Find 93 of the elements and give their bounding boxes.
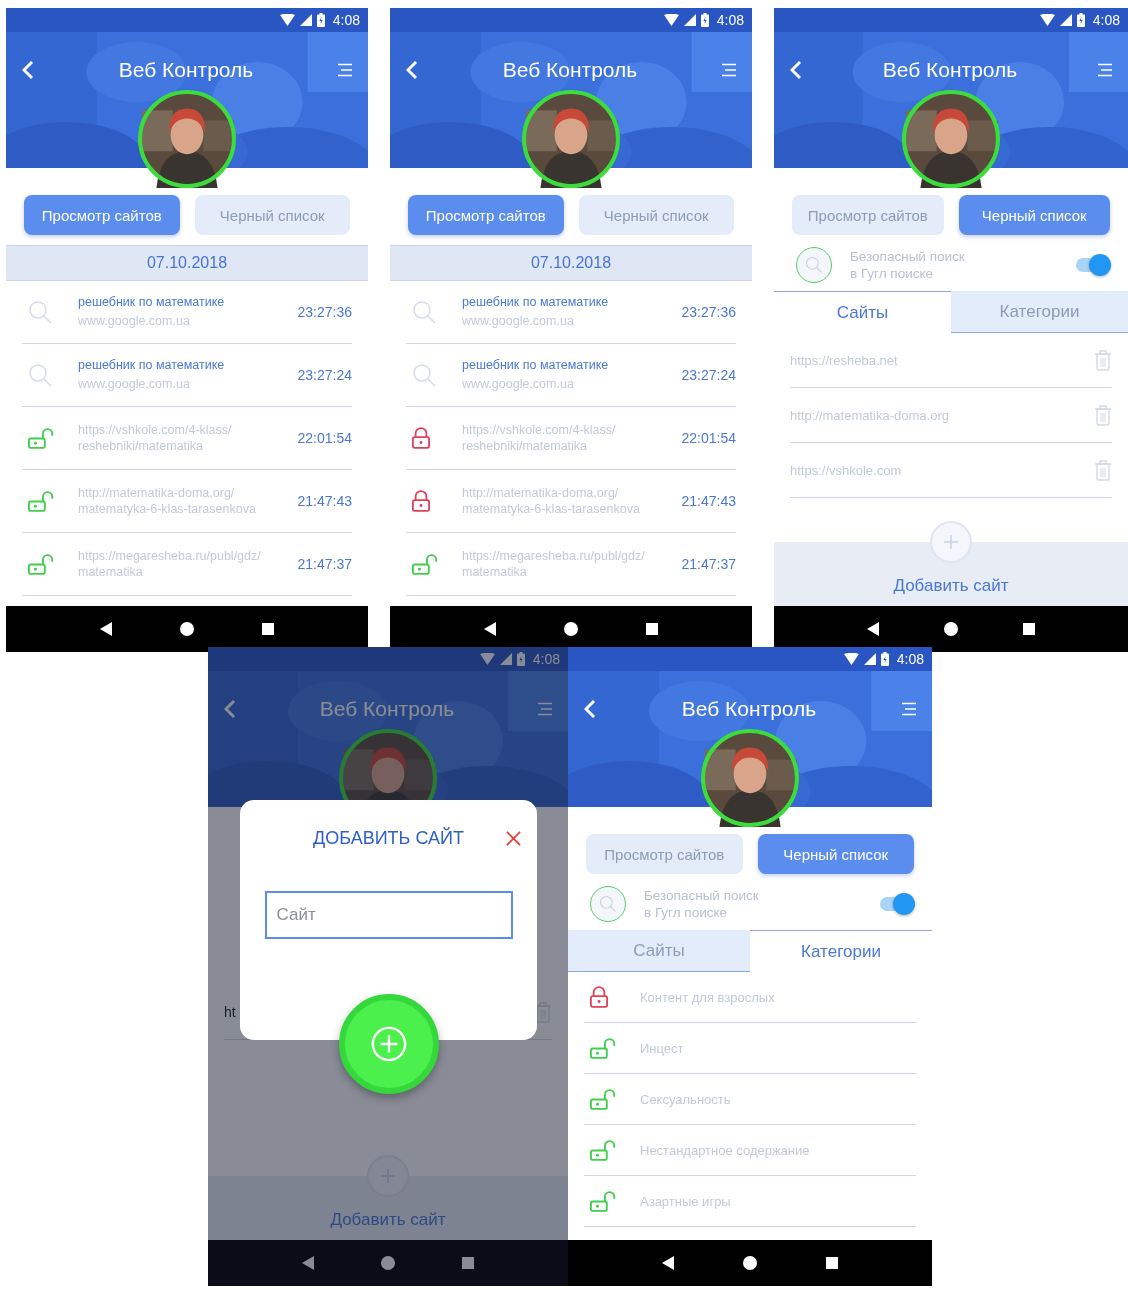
site-url: www.google.com.ua <box>462 313 575 329</box>
site-url: https://resheba.net <box>790 352 898 368</box>
wifi-icon <box>479 652 495 666</box>
date-header: 07.10.2018 <box>390 245 752 281</box>
close-icon[interactable] <box>506 831 521 846</box>
trash-icon[interactable] <box>534 1001 552 1023</box>
site-url: https://vshkole.com/4-klass/ reshebniki/matematika <box>462 422 617 454</box>
signal-icon <box>683 14 696 26</box>
site-url: ht <box>224 1004 236 1020</box>
battery-icon <box>316 13 325 27</box>
add-site-link[interactable]: Добавить сайт <box>893 576 1009 596</box>
visit-time: 22:01:54 <box>681 430 736 446</box>
status-time: 4:08 <box>532 651 560 667</box>
safe-search-label: Безопасный поиск в Гугл поиске <box>644 887 760 921</box>
search-icon <box>590 886 626 922</box>
home-icon[interactable] <box>944 622 958 636</box>
search-icon <box>28 300 52 324</box>
search-icon <box>796 247 832 283</box>
search-query: решебник по математике <box>462 358 610 372</box>
back-icon[interactable] <box>662 1256 675 1270</box>
wifi-icon <box>663 13 679 27</box>
recents-icon[interactable] <box>1023 623 1036 635</box>
category-label: Сексуальность <box>640 1091 731 1107</box>
site-url: https://vshkole.com <box>790 462 902 478</box>
site-url: http://matematika-doma.org/ matematyka-6-klas-tarasenkova <box>78 485 257 517</box>
search-query: решебник по математике <box>78 358 226 372</box>
site-url: www.google.com.ua <box>78 313 191 329</box>
site-url: www.google.com.ua <box>78 376 191 392</box>
status-time: 4:08 <box>332 12 360 28</box>
site-url: https://megaresheba.ru/publ/gdz/ matematika <box>462 548 646 580</box>
back-icon[interactable] <box>301 1256 314 1270</box>
category-label: Нестандартное содержание <box>640 1142 810 1158</box>
back-icon[interactable] <box>100 622 112 636</box>
home-icon[interactable] <box>180 622 194 636</box>
category-label: Азартные игры <box>640 1193 731 1209</box>
battery-icon <box>700 13 709 27</box>
tab-button[interactable]: Черный список <box>958 195 1110 235</box>
add-button[interactable] <box>338 994 439 1094</box>
wifi-icon <box>843 652 859 666</box>
battery-icon <box>880 652 889 666</box>
home-icon[interactable] <box>743 1256 757 1270</box>
category-label: Инцест <box>640 1040 684 1056</box>
visit-time: 22:01:54 <box>297 430 352 446</box>
add-site-link[interactable]: Добавить сайт <box>330 1210 446 1230</box>
back-icon[interactable] <box>484 622 496 636</box>
visit-time: 23:27:24 <box>297 367 352 383</box>
tab-button[interactable]: Черный список <box>194 195 350 235</box>
status-time: 4:08 <box>716 12 744 28</box>
battery-icon <box>1076 13 1085 27</box>
back-icon[interactable] <box>866 622 879 636</box>
category-label: Контент для взрослых <box>640 989 775 1005</box>
visit-time: 21:47:37 <box>297 556 352 572</box>
visit-time: 21:47:43 <box>297 493 352 509</box>
visit-time: 23:27:24 <box>681 367 736 383</box>
recents-icon[interactable] <box>825 1257 838 1269</box>
home-icon[interactable] <box>381 1256 395 1270</box>
search-query: решебник по математике <box>462 295 610 309</box>
tab[interactable]: Категории <box>951 291 1128 333</box>
visit-time: 23:27:36 <box>297 304 352 320</box>
site-input-field[interactable]: Сайт <box>264 891 513 939</box>
tab-button[interactable]: Черный список <box>578 195 734 235</box>
search-query: решебник по математике <box>78 295 226 309</box>
recents-icon[interactable] <box>462 1257 475 1269</box>
battery-icon <box>516 652 525 666</box>
lock-icon[interactable] <box>590 986 608 1008</box>
search-icon <box>412 300 436 324</box>
visit-time: 21:47:37 <box>681 556 736 572</box>
site-url: http://matematika-doma.org/ matematyka-6-klas-tarasenkova <box>462 485 641 517</box>
date-header: 07.10.2018 <box>6 245 368 281</box>
site-url: https://vshkole.com/4-klass/ reshebniki/matematika <box>78 422 233 454</box>
tab-button[interactable]: Просмотр сайтов <box>408 195 564 235</box>
site-url: www.google.com.ua <box>462 376 575 392</box>
safe-search-label: Безопасный поиск в Гугл поиске <box>850 248 966 282</box>
tab-button[interactable]: Черный список <box>757 834 914 874</box>
visit-time: 21:47:43 <box>681 493 736 509</box>
tab-button[interactable]: Просмотр сайтов <box>24 195 180 235</box>
status-time: 4:08 <box>896 651 924 667</box>
wifi-icon <box>1039 13 1055 27</box>
site-url: https://megaresheba.ru/publ/gdz/ matematika <box>78 548 262 580</box>
search-icon <box>412 363 436 387</box>
home-icon[interactable] <box>564 622 578 636</box>
tab[interactable]: Сайты <box>568 930 750 972</box>
visit-time: 23:27:36 <box>681 304 736 320</box>
tab-button[interactable]: Просмотр сайтов <box>792 195 944 235</box>
status-time: 4:08 <box>1092 12 1120 28</box>
signal-icon <box>1059 14 1072 26</box>
dialog-title: ДОБАВИТЬ САЙТ <box>313 828 464 849</box>
search-icon <box>28 363 52 387</box>
signal-icon <box>299 14 312 26</box>
plus-icon <box>369 1025 408 1063</box>
tab-button[interactable]: Просмотр сайтов <box>586 834 743 874</box>
site-url: http://matematika-doma.org <box>790 407 949 423</box>
wifi-icon <box>279 13 295 27</box>
